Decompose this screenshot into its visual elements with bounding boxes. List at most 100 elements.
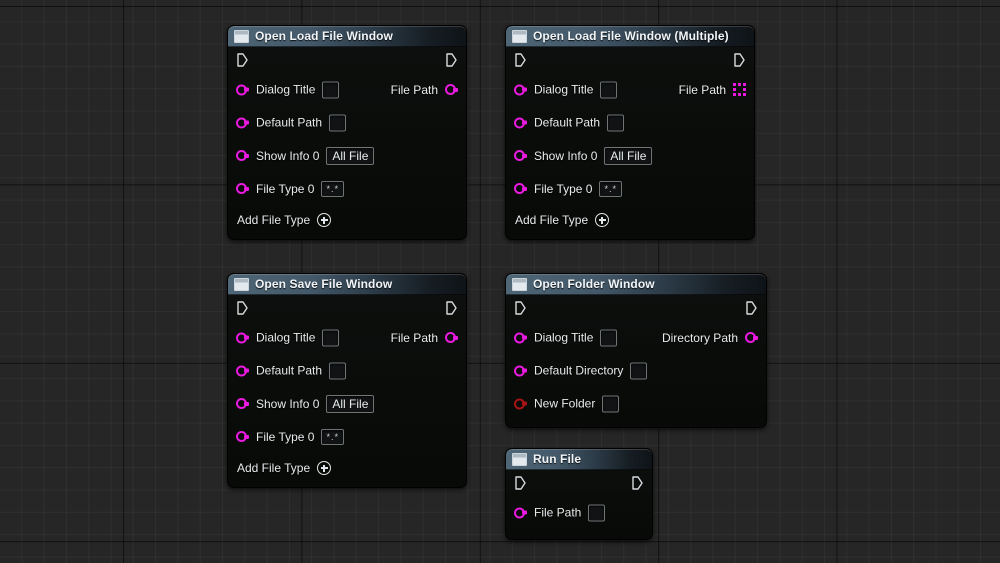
show-info-0-input[interactable]: All File [326, 146, 375, 165]
default-path-input[interactable] [329, 362, 347, 379]
input-pin-new-folder[interactable]: New Folder [514, 395, 620, 412]
exec-in-pin[interactable] [237, 301, 248, 315]
node-frame: Open Save File Window Dialog Title File … [227, 273, 467, 488]
input-pin-file-type-0[interactable]: File Type 0 *.* [236, 428, 344, 445]
input-pin-default-directory[interactable]: Default Directory [514, 362, 648, 379]
exec-out-pin[interactable] [734, 53, 745, 67]
exec-out-pin[interactable] [632, 476, 643, 490]
input-pin-show-info-0[interactable]: Show Info 0 All File [236, 146, 375, 165]
output-pin-file-path-array[interactable]: File Path [679, 83, 746, 97]
exec-out-pin[interactable] [446, 301, 457, 315]
output-pin-directory-path[interactable]: Directory Path [662, 331, 758, 345]
input-pin-dialog-title[interactable]: Dialog Title [236, 329, 340, 346]
input-pin-show-info-0[interactable]: Show Info 0 All File [236, 394, 375, 413]
string-pin-icon[interactable] [236, 365, 249, 376]
exec-in-pin[interactable] [237, 53, 248, 67]
input-pin-dialog-title[interactable]: Dialog Title [514, 329, 618, 346]
file-type-0-input[interactable]: *.* [321, 180, 344, 197]
file-type-0-input[interactable]: *.* [599, 180, 622, 197]
input-pin-dialog-title[interactable]: Dialog Title [236, 81, 340, 98]
node-title-label: Open Folder Window [533, 277, 655, 291]
window-icon [234, 278, 249, 291]
string-pin-icon[interactable] [745, 332, 758, 343]
add-file-type-button[interactable]: Add File Type [228, 453, 466, 483]
string-pin-icon[interactable] [236, 183, 249, 194]
plus-icon[interactable] [317, 213, 332, 227]
plus-icon[interactable] [595, 213, 610, 227]
dialog-title-input[interactable] [322, 329, 340, 346]
string-pin-icon[interactable] [236, 398, 249, 409]
output-pin-file-path[interactable]: File Path [391, 331, 458, 345]
add-file-type-button[interactable]: Add File Type [506, 205, 754, 235]
string-pin-icon[interactable] [514, 507, 527, 518]
string-pin-icon[interactable] [514, 332, 527, 343]
string-pin-icon[interactable] [445, 84, 458, 95]
pin-label: File Path [678, 82, 726, 97]
string-pin-icon[interactable] [514, 365, 527, 376]
node-frame: Open Load File Window (Multiple) Dialog … [505, 25, 755, 240]
input-pin-dialog-title[interactable]: Dialog Title [514, 81, 618, 98]
blueprint-graph-canvas[interactable]: Open Load File Window Dialog Title File … [0, 0, 1000, 563]
string-pin-icon[interactable] [236, 117, 249, 128]
input-pin-show-info-0[interactable]: Show Info 0 All File [514, 146, 653, 165]
exec-out-pin[interactable] [446, 53, 457, 67]
node-titlebar[interactable]: Open Load File Window [228, 26, 466, 47]
dialog-title-input[interactable] [600, 81, 618, 98]
node-open-folder-window[interactable]: Open Folder Window Dialog Title Director… [505, 273, 767, 428]
default-path-input[interactable] [329, 114, 347, 131]
dialog-title-input[interactable] [322, 81, 340, 98]
pin-label: Default Path [256, 115, 323, 130]
show-info-0-input[interactable]: All File [326, 394, 375, 413]
show-info-0-input[interactable]: All File [604, 146, 653, 165]
new-folder-checkbox[interactable] [602, 395, 620, 412]
pin-row-file-type-0: File Type 0 *.* [506, 172, 754, 205]
string-pin-icon[interactable] [236, 431, 249, 442]
string-pin-icon[interactable] [514, 84, 527, 95]
pin-label: Dialog Title [256, 82, 316, 97]
input-pin-default-path[interactable]: Default Path [236, 114, 347, 131]
node-open-load-file-window-multiple[interactable]: Open Load File Window (Multiple) Dialog … [505, 25, 755, 240]
exec-in-pin[interactable] [515, 476, 526, 490]
window-icon [512, 453, 527, 466]
file-type-0-input[interactable]: *.* [321, 428, 344, 445]
add-file-type-button[interactable]: Add File Type [228, 205, 466, 235]
exec-in-pin[interactable] [515, 301, 526, 315]
input-pin-file-type-0[interactable]: File Type 0 *.* [514, 180, 622, 197]
bool-pin-icon[interactable] [514, 398, 527, 409]
add-button-label: Add File Type [237, 461, 311, 475]
pin-label: Show Info 0 [256, 148, 320, 163]
pin-row-dialog-title: Dialog Title File Path [228, 321, 466, 354]
string-pin-icon[interactable] [445, 332, 458, 343]
input-pin-file-type-0[interactable]: File Type 0 *.* [236, 180, 344, 197]
string-pin-icon[interactable] [514, 150, 527, 161]
plus-icon[interactable] [317, 461, 332, 475]
pin-label: Dialog Title [534, 330, 594, 345]
input-pin-file-path[interactable]: File Path [514, 504, 606, 521]
node-frame: Run File File Path [505, 448, 653, 540]
node-titlebar[interactable]: Open Load File Window (Multiple) [506, 26, 754, 47]
string-pin-icon[interactable] [514, 183, 527, 194]
string-pin-icon[interactable] [236, 150, 249, 161]
input-pin-default-path[interactable]: Default Path [236, 362, 347, 379]
default-path-input[interactable] [607, 114, 625, 131]
node-titlebar[interactable]: Open Folder Window [506, 274, 766, 295]
pin-label: Default Path [256, 363, 323, 378]
string-pin-icon[interactable] [236, 84, 249, 95]
node-titlebar[interactable]: Open Save File Window [228, 274, 466, 295]
file-path-input[interactable] [588, 504, 606, 521]
output-pin-file-path[interactable]: File Path [391, 83, 458, 97]
exec-in-pin[interactable] [515, 53, 526, 67]
pin-label: New Folder [534, 396, 596, 411]
dialog-title-input[interactable] [600, 329, 618, 346]
node-titlebar[interactable]: Run File [506, 449, 652, 470]
string-array-pin-icon[interactable] [733, 83, 746, 96]
node-run-file[interactable]: Run File File Path [505, 448, 653, 540]
default-directory-input[interactable] [630, 362, 648, 379]
exec-out-pin[interactable] [746, 301, 757, 315]
node-open-load-file-window[interactable]: Open Load File Window Dialog Title File … [227, 25, 467, 240]
input-pin-default-path[interactable]: Default Path [514, 114, 625, 131]
node-open-save-file-window[interactable]: Open Save File Window Dialog Title File … [227, 273, 467, 488]
exec-row [506, 295, 766, 321]
string-pin-icon[interactable] [236, 332, 249, 343]
string-pin-icon[interactable] [514, 117, 527, 128]
